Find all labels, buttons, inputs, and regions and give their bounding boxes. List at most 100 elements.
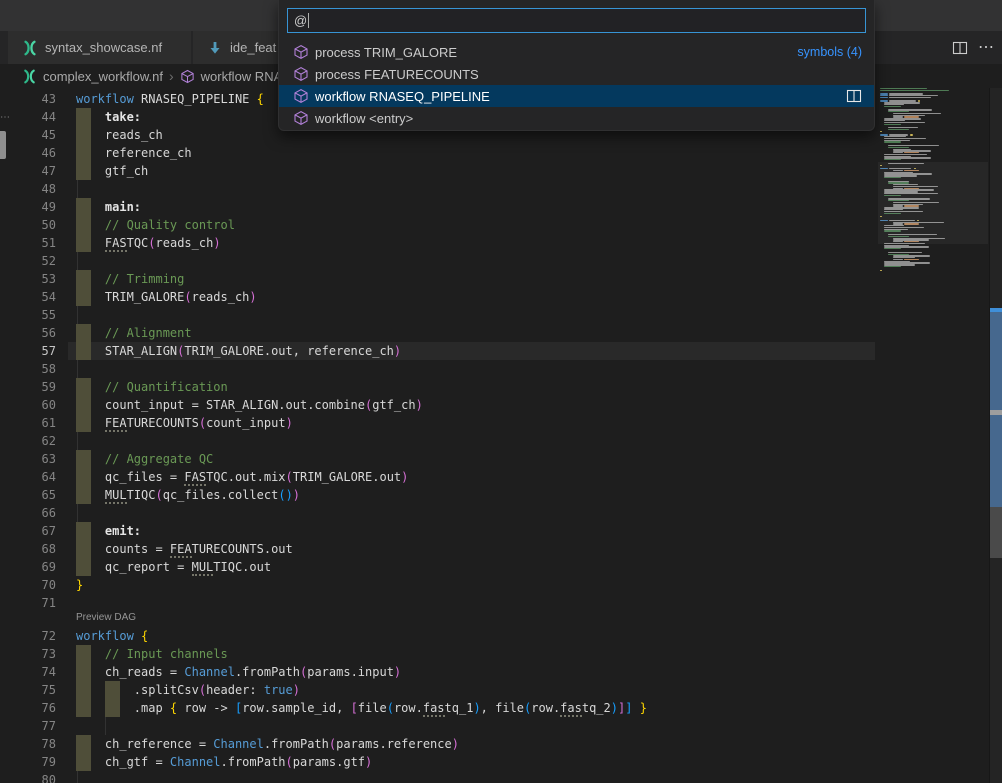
line-number[interactable]: 56: [0, 324, 56, 342]
line-number[interactable]: 72: [0, 627, 56, 645]
line-number[interactable]: 50: [0, 216, 56, 234]
line-number[interactable]: 57: [0, 342, 56, 360]
line-number[interactable]: 70: [0, 576, 56, 594]
code-line[interactable]: FASTQC(reads_ch): [76, 234, 221, 252]
line-number[interactable]: 45: [0, 126, 56, 144]
code-line[interactable]: reads_ch: [76, 126, 163, 144]
code-line[interactable]: qc_files = FASTQC.out.mix(TRIM_GALORE.ou…: [76, 468, 408, 486]
code-line[interactable]: workflow RNASEQ_PIPELINE {: [76, 90, 264, 108]
code-line[interactable]: ch_reference = Channel.fromPath(params.r…: [76, 735, 459, 753]
line-number[interactable]: 58: [0, 360, 56, 378]
code-line[interactable]: take:: [76, 108, 141, 126]
line-number[interactable]: 52: [0, 252, 56, 270]
quick-open-overlay: @ process TRIM_GALOREsymbols (4)process …: [278, 0, 875, 131]
minimap-line: [884, 124, 901, 125]
code-lens-preview-dag[interactable]: Preview DAG: [76, 612, 136, 627]
quick-open-result[interactable]: workflow RNASEQ_PIPELINE: [279, 85, 874, 107]
scrollbar-decoration: [990, 507, 1002, 558]
indent-guide: [105, 717, 106, 735]
symbol-module-icon: [293, 88, 309, 104]
line-number[interactable]: 69: [0, 558, 56, 576]
line-number[interactable]: 51: [0, 234, 56, 252]
line-number[interactable]: 60: [0, 396, 56, 414]
line-number[interactable]: 61: [0, 414, 56, 432]
left-pane-scroll-thumb[interactable]: [0, 131, 6, 159]
code-line[interactable]: TRIM_GALORE(reads_ch): [76, 288, 257, 306]
quick-open-result[interactable]: process TRIM_GALOREsymbols (4): [279, 41, 874, 63]
breadcrumb-file[interactable]: complex_workflow.nf: [43, 69, 163, 84]
code-line[interactable]: // Trimming: [76, 270, 184, 288]
code-line[interactable]: }: [76, 576, 83, 594]
line-number[interactable]: 53: [0, 270, 56, 288]
line-number[interactable]: 68: [0, 540, 56, 558]
nextflow-icon: [22, 40, 38, 56]
minimap-line: [880, 97, 888, 98]
split-editor-icon[interactable]: [952, 40, 968, 56]
minimap-line: [884, 141, 901, 142]
code-line[interactable]: emit:: [76, 522, 141, 540]
code-line[interactable]: // Input channels: [76, 645, 228, 663]
line-number[interactable]: 71: [0, 594, 56, 612]
line-number[interactable]: 79: [0, 753, 56, 771]
line-number[interactable]: 76: [0, 699, 56, 717]
quick-open-input[interactable]: @: [287, 8, 866, 33]
indent-guide: [77, 306, 78, 324]
code-line[interactable]: ch_gtf = Channel.fromPath(params.gtf): [76, 753, 372, 771]
minimap-line: [884, 106, 901, 107]
line-number[interactable]: 48: [0, 180, 56, 198]
line-number[interactable]: 65: [0, 486, 56, 504]
code-editor[interactable]: Preview DAG 43 workflow RNASEQ_PIPELINE { 4…: [0, 88, 1002, 783]
line-number[interactable]: 64: [0, 468, 56, 486]
minimap-line: [888, 147, 909, 148]
quick-open-result[interactable]: workflow <entry>: [279, 107, 874, 129]
minimap-line: [884, 248, 901, 249]
line-number[interactable]: 59: [0, 378, 56, 396]
scrollbar[interactable]: [989, 88, 1002, 783]
editor-window: syntax_showcase.nf ide_feat ⋯ complex_wo…: [0, 0, 1002, 783]
breadcrumb-separator: ›: [169, 68, 174, 84]
line-number[interactable]: 66: [0, 504, 56, 522]
minimap-line: [904, 259, 919, 260]
code-line[interactable]: reference_ch: [76, 144, 192, 162]
code-line[interactable]: count_input = STAR_ALIGN.out.combine(gtf…: [76, 396, 423, 414]
line-number[interactable]: 62: [0, 432, 56, 450]
minimap-line: [893, 259, 904, 260]
minimap-line: [884, 154, 927, 155]
line-number[interactable]: 80: [0, 771, 56, 783]
code-line[interactable]: main:: [76, 198, 141, 216]
line-number[interactable]: 77: [0, 717, 56, 735]
code-line[interactable]: workflow {: [76, 627, 148, 645]
code-line[interactable]: // Aggregate QC: [76, 450, 213, 468]
line-number[interactable]: 75: [0, 681, 56, 699]
split-editor-icon[interactable]: [846, 88, 862, 104]
code-line[interactable]: // Quantification: [76, 378, 228, 396]
code-line[interactable]: gtf_ch: [76, 162, 148, 180]
code-line[interactable]: // Alignment: [76, 324, 192, 342]
line-number[interactable]: 78: [0, 735, 56, 753]
code-line[interactable]: .map { row -> [row.sample_id, [file(row.…: [76, 699, 647, 717]
code-line[interactable]: ch_reads = Channel.fromPath(params.input…: [76, 663, 401, 681]
line-number[interactable]: 74: [0, 663, 56, 681]
line-number[interactable]: 54: [0, 288, 56, 306]
minimap-line: [884, 122, 925, 123]
ellipsis-icon[interactable]: ⋯: [978, 43, 994, 53]
code-line[interactable]: FEATURECOUNTS(count_input): [76, 414, 293, 432]
quick-open-result[interactable]: process FEATURECOUNTS: [279, 63, 874, 85]
line-number[interactable]: 67: [0, 522, 56, 540]
minimap-line: [880, 270, 882, 271]
line-number[interactable]: 43: [0, 90, 56, 108]
tab-syntax-showcase[interactable]: syntax_showcase.nf: [8, 31, 191, 64]
code-line[interactable]: counts = FEATURECOUNTS.out: [76, 540, 293, 558]
line-number[interactable]: 63: [0, 450, 56, 468]
line-number[interactable]: 55: [0, 306, 56, 324]
code-line[interactable]: MULTIQC(qc_files.collect()): [76, 486, 300, 504]
code-line[interactable]: STAR_ALIGN(TRIM_GALORE.out, reference_ch…: [76, 342, 401, 360]
line-number[interactable]: 49: [0, 198, 56, 216]
line-number[interactable]: 47: [0, 162, 56, 180]
line-number[interactable]: 73: [0, 645, 56, 663]
code-line[interactable]: .splitCsv(header: true): [76, 681, 300, 699]
line-number[interactable]: 46: [0, 144, 56, 162]
minimap-slider[interactable]: [878, 162, 988, 245]
code-line[interactable]: qc_report = MULTIQC.out: [76, 558, 271, 576]
code-line[interactable]: // Quality control: [76, 216, 235, 234]
